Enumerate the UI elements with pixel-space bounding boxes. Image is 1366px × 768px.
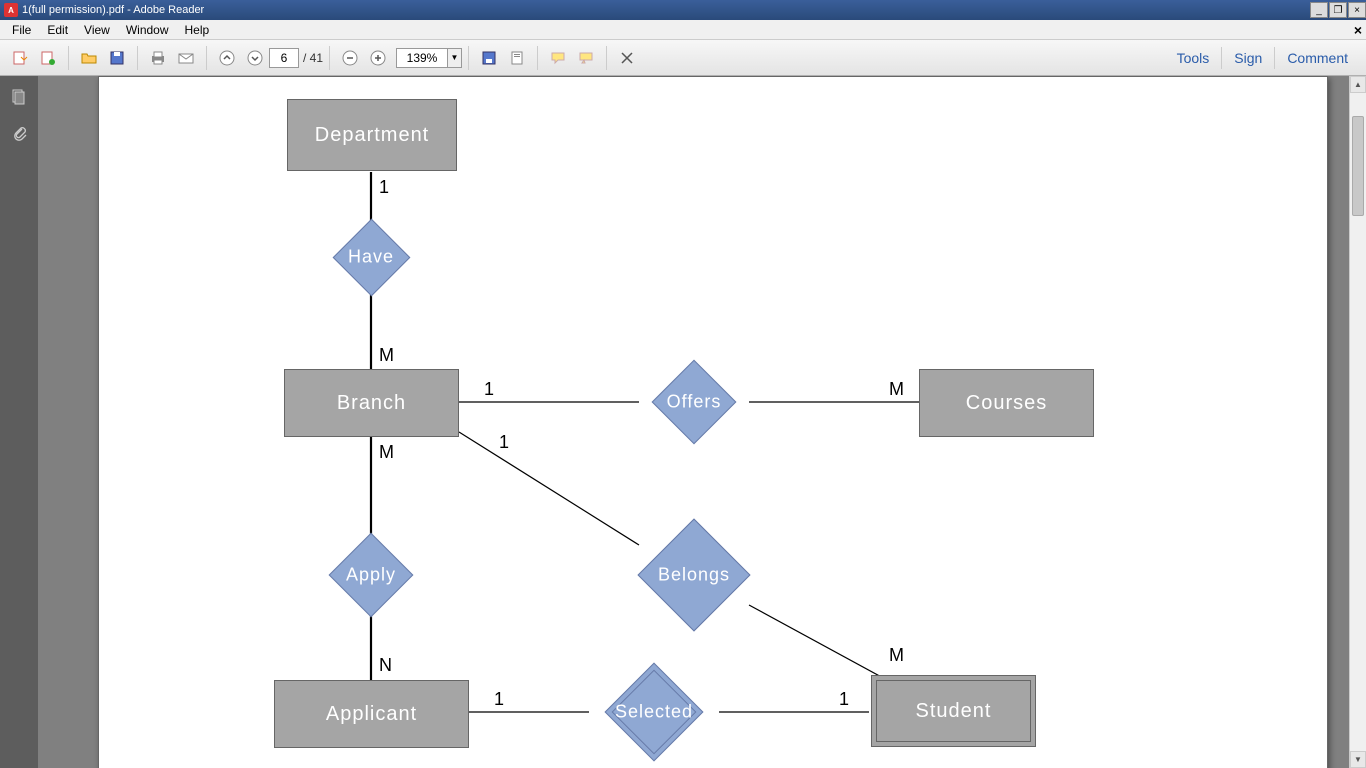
entity-applicant: Applicant: [274, 680, 469, 748]
close-button[interactable]: ×: [1348, 2, 1366, 18]
comment-link[interactable]: Comment: [1275, 46, 1360, 70]
toolbar-separator: [137, 46, 138, 70]
thumbnails-icon[interactable]: [8, 86, 30, 108]
cardinality-label: M: [889, 379, 904, 400]
minimize-button[interactable]: _: [1310, 2, 1328, 18]
entity-label: Student: [916, 700, 992, 723]
comment-button[interactable]: [546, 46, 570, 70]
attachments-icon[interactable]: [8, 122, 30, 144]
scroll-down-icon[interactable]: ▼: [1350, 751, 1366, 768]
cardinality-label: M: [379, 345, 394, 366]
titlebar: A 1(full permission).pdf - Adobe Reader …: [0, 0, 1366, 20]
relationship-label: Selected: [615, 702, 693, 723]
page-total-label: / 41: [303, 51, 323, 65]
menu-file[interactable]: File: [4, 21, 39, 39]
cardinality-label: M: [379, 442, 394, 463]
window-title: 1(full permission).pdf - Adobe Reader: [22, 4, 1309, 16]
page-up-button[interactable]: [215, 46, 239, 70]
relationship-label: Have: [348, 247, 394, 268]
vertical-scrollbar[interactable]: ▲ ▼: [1349, 76, 1366, 768]
menu-view[interactable]: View: [76, 21, 118, 39]
cardinality-label: 1: [494, 689, 504, 710]
toolbar-separator: [206, 46, 207, 70]
zoom-level-input[interactable]: [396, 48, 448, 68]
toolbar-right-links: Tools Sign Comment: [1165, 46, 1360, 70]
zoom-dropdown-button[interactable]: ▼: [448, 48, 462, 68]
save-copy-button[interactable]: [477, 46, 501, 70]
pdf-icon: A: [4, 3, 18, 17]
cardinality-label: 1: [839, 689, 849, 710]
entity-label: Department: [315, 124, 430, 147]
toolbar-separator: [468, 46, 469, 70]
toolbar-separator: [537, 46, 538, 70]
side-panel: [0, 76, 38, 768]
entity-label: Applicant: [326, 703, 417, 726]
document-close-icon[interactable]: ×: [1354, 22, 1362, 38]
print-preview-button[interactable]: [505, 46, 529, 70]
print-button[interactable]: [146, 46, 170, 70]
sign-link[interactable]: Sign: [1222, 46, 1274, 70]
open-button[interactable]: [77, 46, 101, 70]
cardinality-label: M: [889, 645, 904, 666]
title-filename: 1(full permission).pdf: [22, 4, 124, 16]
entity-label: Branch: [337, 392, 406, 415]
toolbar-separator: [606, 46, 607, 70]
toolbar-separator: [68, 46, 69, 70]
scrollbar-thumb[interactable]: [1352, 116, 1364, 216]
cardinality-label: 1: [499, 432, 509, 453]
menu-help[interactable]: Help: [177, 21, 218, 39]
highlight-button[interactable]: [574, 46, 598, 70]
menu-window[interactable]: Window: [118, 21, 177, 39]
zoom-out-button[interactable]: [338, 46, 362, 70]
tools-link[interactable]: Tools: [1165, 46, 1222, 70]
relationship-label: Belongs: [658, 565, 730, 586]
relationship-label: Offers: [667, 392, 722, 413]
read-mode-button[interactable]: [615, 46, 639, 70]
main-area: Department Branch Courses Applicant Stud…: [0, 76, 1366, 768]
menu-edit[interactable]: Edit: [39, 21, 76, 39]
relationship-label: Apply: [346, 565, 396, 586]
entity-courses: Courses: [919, 369, 1094, 437]
title-app: Adobe Reader: [133, 4, 204, 16]
document-background: Department Branch Courses Applicant Stud…: [38, 76, 1366, 768]
page-down-button[interactable]: [243, 46, 267, 70]
toolbar: / 41 ▼ Tools Sign Comment: [0, 40, 1366, 76]
menubar: File Edit View Window Help ×: [0, 20, 1366, 40]
zoom-in-button[interactable]: [366, 46, 390, 70]
cardinality-label: N: [379, 655, 392, 676]
cardinality-label: 1: [379, 177, 389, 198]
export-pdf-button[interactable]: [8, 46, 32, 70]
entity-student: Student: [871, 675, 1036, 747]
page-number-input[interactable]: [269, 48, 299, 68]
entity-branch: Branch: [284, 369, 459, 437]
cardinality-label: 1: [484, 379, 494, 400]
entity-label: Courses: [966, 392, 1047, 415]
scroll-up-icon[interactable]: ▲: [1350, 76, 1366, 93]
window-buttons: _ ❐ ×: [1309, 2, 1366, 18]
toolbar-separator: [329, 46, 330, 70]
restore-button[interactable]: ❐: [1329, 2, 1347, 18]
create-pdf-button[interactable]: [36, 46, 60, 70]
pdf-page: Department Branch Courses Applicant Stud…: [98, 76, 1328, 768]
save-button[interactable]: [105, 46, 129, 70]
entity-department: Department: [287, 99, 457, 171]
email-button[interactable]: [174, 46, 198, 70]
